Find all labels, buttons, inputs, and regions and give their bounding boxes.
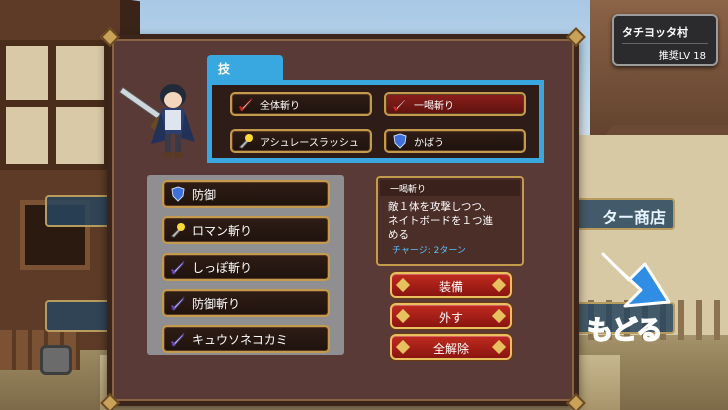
remove-label: 外す bbox=[438, 311, 463, 325]
shop-sign: ター商店 bbox=[602, 208, 667, 227]
shield-icon bbox=[171, 186, 185, 202]
back-label: もどる bbox=[586, 315, 663, 347]
description-line: める bbox=[388, 229, 409, 241]
location-badge: タチヨッタ村 推奨LV 18 bbox=[612, 14, 718, 66]
equipped-skill-roman-giri[interactable]: ロマン斬り bbox=[162, 216, 330, 244]
barrel bbox=[40, 345, 72, 375]
skill-label: キュウソネコカミ bbox=[192, 332, 288, 347]
character-avatar bbox=[118, 84, 195, 158]
location-name: タチヨッタ村 bbox=[622, 26, 688, 39]
equipped-skill-bougyo-giri[interactable]: 防御斬り bbox=[162, 289, 330, 317]
equipped-skill-shippo-giri[interactable]: しっぽ斬り bbox=[162, 253, 330, 281]
remove-all-label: 全解除 bbox=[432, 342, 469, 356]
shield-icon bbox=[393, 133, 407, 149]
sword-icon bbox=[238, 97, 253, 112]
description-line: ネイトボードを１つ進 bbox=[388, 215, 493, 227]
skill-label: かばう bbox=[414, 137, 444, 149]
skill-button-ikkatsu-giri[interactable]: 一喝斬り bbox=[384, 92, 526, 116]
equip-label: 装備 bbox=[438, 280, 463, 294]
spark-sword-icon bbox=[239, 134, 253, 149]
ornament bbox=[395, 277, 411, 293]
description-line: 敵１体を攻撃しつつ、 bbox=[388, 201, 492, 213]
equipped-skill-bougyo[interactable]: 防御 bbox=[162, 180, 330, 208]
recommended-level: 推奨LV 18 bbox=[658, 51, 706, 62]
ornament bbox=[491, 308, 507, 324]
skill-description-box: 一喝斬り 敵１体を攻撃しつつ、 ネイトボードを１つ進 める チャージ: 2ターン bbox=[376, 176, 524, 266]
left-house bbox=[0, 0, 120, 350]
back-arrow-icon bbox=[601, 252, 671, 308]
sword-icon bbox=[170, 332, 185, 347]
sword-icon bbox=[170, 296, 185, 311]
description-text: 敵１体を攻撃しつつ、 ネイトボードを１つ進 める bbox=[388, 200, 522, 242]
skill-label: ロマン斬り bbox=[192, 223, 253, 238]
ornament bbox=[395, 339, 411, 355]
charge-turns: チャージ: 2ターン bbox=[392, 246, 466, 256]
sword-icon bbox=[392, 97, 407, 112]
spark-sword-icon bbox=[171, 223, 185, 238]
skill-button-ashley-slash[interactable]: アシュレースラッシュ bbox=[230, 129, 372, 153]
skill-label: 全体斬り bbox=[260, 100, 300, 112]
remove-all-button[interactable]: 全解除 bbox=[390, 334, 512, 360]
divider bbox=[622, 43, 708, 44]
description-title: 一喝斬り bbox=[380, 180, 520, 196]
tab-skills[interactable]: 技 bbox=[207, 55, 283, 81]
sword-icon bbox=[170, 260, 185, 275]
skill-button-kabau[interactable]: かばう bbox=[384, 129, 526, 153]
skill-label: アシュレースラッシュ bbox=[260, 137, 359, 149]
back-button[interactable]: もどる bbox=[585, 240, 695, 350]
skill-label: しっぽ斬り bbox=[192, 260, 253, 275]
ornament bbox=[491, 339, 507, 355]
skill-button-zentai-giri[interactable]: 全体斬り bbox=[230, 92, 372, 116]
skill-label: 防御斬り bbox=[192, 296, 241, 311]
equipped-skill-kyuusonekokami[interactable]: キュウソネコカミ bbox=[162, 325, 330, 353]
ornament bbox=[395, 308, 411, 324]
equip-button[interactable]: 装備 bbox=[390, 272, 512, 298]
ornament bbox=[491, 277, 507, 293]
skill-label: 一喝斬り bbox=[414, 100, 454, 112]
remove-button[interactable]: 外す bbox=[390, 303, 512, 329]
skill-label: 防御 bbox=[192, 187, 217, 202]
house-beam bbox=[0, 100, 110, 107]
